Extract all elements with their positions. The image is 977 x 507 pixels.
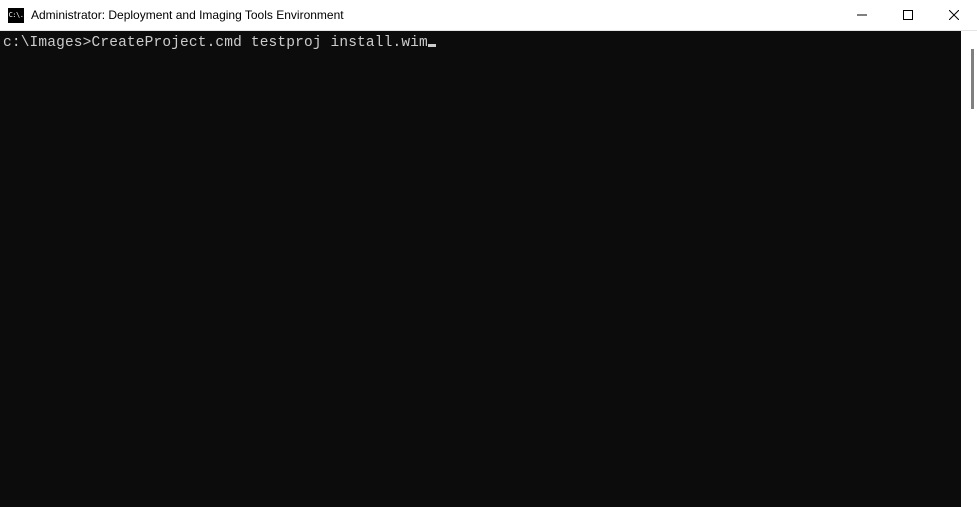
terminal-content[interactable]: c:\Images>CreateProject.cmd testproj ins… <box>0 31 961 507</box>
window-title: Administrator: Deployment and Imaging To… <box>31 8 839 22</box>
close-icon <box>949 10 959 20</box>
minimize-button[interactable] <box>839 0 885 30</box>
maximize-icon <box>903 10 913 20</box>
close-button[interactable] <box>931 0 977 30</box>
maximize-button[interactable] <box>885 0 931 30</box>
cmd-icon: C:\. <box>8 8 24 23</box>
cmd-icon-text: C:\. <box>9 12 24 19</box>
terminal-command: CreateProject.cmd testproj install.wim <box>92 35 428 51</box>
terminal-area[interactable]: c:\Images>CreateProject.cmd testproj ins… <box>0 31 977 507</box>
titlebar: C:\. Administrator: Deployment and Imagi… <box>0 0 977 31</box>
window-controls <box>839 0 977 30</box>
terminal-prompt: c:\Images> <box>3 35 92 51</box>
scrollbar-track[interactable] <box>961 31 977 507</box>
minimize-icon <box>857 10 867 20</box>
scrollbar-thumb[interactable] <box>971 49 974 109</box>
terminal-cursor <box>428 44 436 47</box>
